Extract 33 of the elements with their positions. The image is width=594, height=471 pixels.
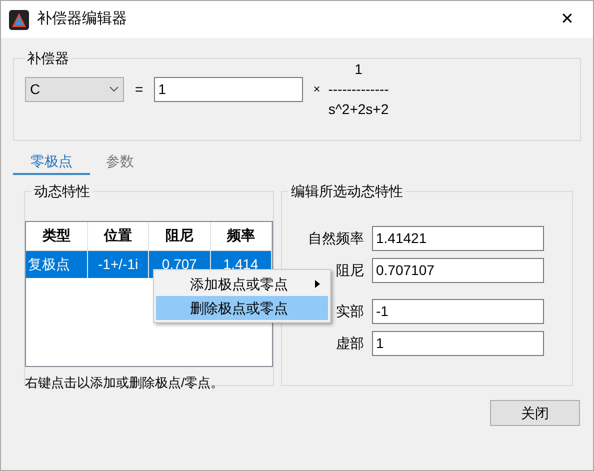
column-header[interactable]: 类型 [26, 222, 88, 250]
group-title: 编辑所选动态特性 [290, 182, 404, 201]
table-cell: -1+/-1i [87, 250, 149, 278]
input-field[interactable]: 1.41421 [372, 226, 544, 251]
numerator: 1 [354, 60, 362, 79]
field-label: 虚部 [335, 334, 364, 353]
field-label: 自然频率 [307, 229, 364, 248]
selector-dropdown[interactable]: C [25, 76, 124, 102]
group-title: 动态特性 [33, 182, 91, 201]
app-logo-icon [9, 10, 29, 30]
gain-field[interactable]: 1 [154, 76, 304, 102]
window-title: 补偿器编辑器 [37, 9, 127, 30]
column-header[interactable]: 位置 [87, 222, 149, 250]
close-button[interactable]: ✕ [549, 4, 585, 34]
group-title: 补偿器 [26, 49, 70, 68]
column-header[interactable]: 阻尼 [148, 222, 210, 250]
multiply-sign: × [313, 81, 320, 98]
input-field[interactable]: 1 [372, 331, 544, 356]
input-field[interactable]: -1 [372, 299, 544, 324]
field-label: 阻尼 [335, 261, 364, 280]
tab[interactable]: 参数 [90, 149, 150, 175]
close-button[interactable]: 关闭 [490, 400, 580, 426]
fraction-dashes: ------------- [328, 80, 389, 99]
menu-item[interactable]: 删除极点或零点 [156, 296, 328, 320]
chevron-icon [109, 86, 119, 92]
input-field[interactable]: 0.707107 [372, 258, 544, 283]
equals-sign: = [134, 80, 144, 98]
tab[interactable]: 零极点 [13, 149, 90, 175]
column-header[interactable]: 频率 [210, 222, 272, 250]
hint-text: 右键点击以添加或删除极点/零点。 [25, 374, 224, 392]
table-cell: 复极点 [26, 250, 88, 278]
denominator: s^2+2s+2 [328, 100, 389, 119]
field-label: 实部 [335, 302, 364, 321]
